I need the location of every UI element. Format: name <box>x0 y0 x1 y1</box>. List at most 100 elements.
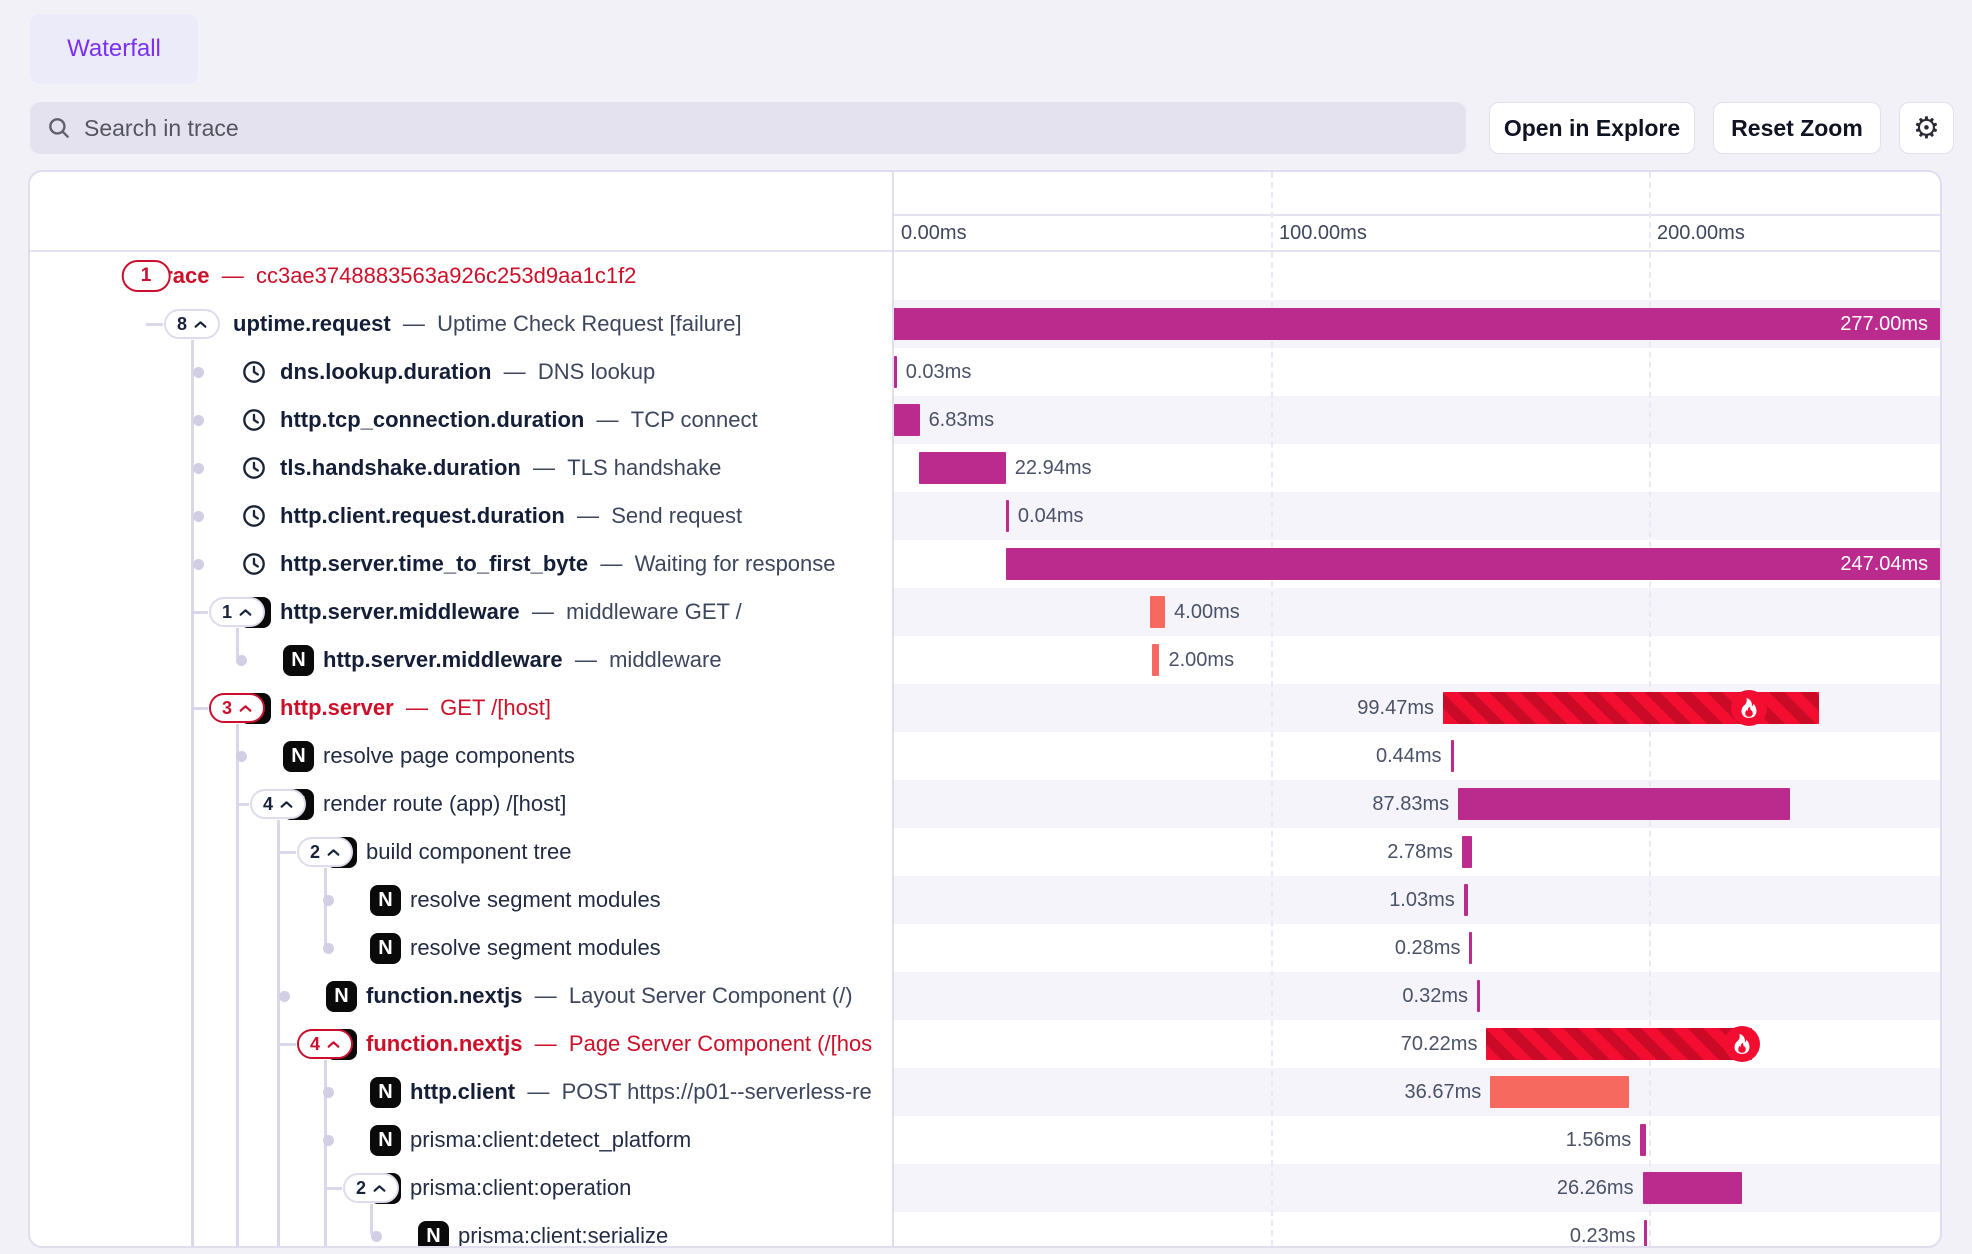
span-duration-bar[interactable] <box>1458 788 1790 820</box>
span-row[interactable]: Nresolve segment modules1.03ms <box>30 876 1940 924</box>
span-count-badge[interactable]: 1 <box>122 260 171 292</box>
span-duration-label: 0.28ms <box>1395 924 1461 972</box>
span-row[interactable]: 4Nrender route (app) /[host]87.83ms <box>30 780 1940 828</box>
tree-connector-dot <box>193 367 204 378</box>
span-row[interactable]: http.client.request.duration — Send requ… <box>30 492 1940 540</box>
tab-waterfall[interactable]: Waterfall <box>30 14 198 84</box>
span-label: prisma:client:operation <box>410 1164 631 1212</box>
chevron-up-icon <box>327 848 340 857</box>
span-duration-label: 22.94ms <box>1015 444 1092 492</box>
span-tree-cell: Nfunction.nextjs — Layout Server Compone… <box>30 972 892 1020</box>
span-count: 8 <box>177 314 187 335</box>
trace-root-row[interactable]: 1Trace — cc3ae3748883563a926c253d9aa1c1f… <box>30 252 1940 300</box>
span-row[interactable]: Nresolve page components0.44ms <box>30 732 1940 780</box>
span-row[interactable]: 1Nhttp.server.middleware — middleware GE… <box>30 588 1940 636</box>
span-count-badge[interactable]: 1 <box>209 597 265 627</box>
span-duration-bar[interactable]: 247.04ms <box>1006 548 1940 580</box>
span-row[interactable]: Nresolve segment modules0.28ms <box>30 924 1940 972</box>
span-row[interactable]: 3Nhttp.server — GET /[host]99.47ms <box>30 684 1940 732</box>
span-name: render route (app) /[host] <box>323 791 566 816</box>
span-name: build component tree <box>366 839 571 864</box>
span-separator: — <box>563 647 609 672</box>
span-duration-bar[interactable] <box>1640 1124 1646 1156</box>
span-name: resolve page components <box>323 743 575 768</box>
search-input-wrapper[interactable] <box>30 102 1466 154</box>
span-count: 2 <box>310 842 320 863</box>
span-duration-bar[interactable]: 277.00ms <box>893 308 1940 340</box>
span-duration-bar[interactable] <box>1490 1076 1629 1108</box>
span-tree-cell: 2Nprisma:client:operation <box>30 1164 892 1212</box>
span-duration-label: 2.00ms <box>1168 636 1234 684</box>
span-row[interactable]: Nhttp.client — POST https://p01--serverl… <box>30 1068 1940 1116</box>
span-duration-bar[interactable] <box>1451 740 1454 772</box>
tree-connector-dot <box>193 463 204 474</box>
span-duration-bar[interactable] <box>1643 1172 1742 1204</box>
span-count-badge[interactable]: 2 <box>343 1173 399 1203</box>
span-duration-label: 0.03ms <box>906 348 972 396</box>
span-row[interactable]: tls.handshake.duration — TLS handshake22… <box>30 444 1940 492</box>
axis-tick-label: 200.00ms <box>1657 216 1745 250</box>
span-duration-label: 247.04ms <box>1006 548 1940 580</box>
span-tree-cell: 4Nfunction.nextjs — Page Server Componen… <box>30 1020 892 1068</box>
span-row[interactable]: 4Nfunction.nextjs — Page Server Componen… <box>30 1020 1940 1068</box>
span-duration-bar[interactable] <box>1486 1028 1751 1060</box>
span-row[interactable]: Nfunction.nextjs — Layout Server Compone… <box>30 972 1940 1020</box>
span-separator: — <box>391 311 437 336</box>
reset-zoom-button[interactable]: Reset Zoom <box>1713 102 1881 154</box>
span-duration-bar[interactable] <box>894 356 897 388</box>
span-label: render route (app) /[host] <box>323 780 566 828</box>
span-count-badge[interactable]: 3 <box>209 693 265 723</box>
tree-connector-dot <box>323 895 334 906</box>
span-duration-bar[interactable] <box>1462 836 1473 868</box>
span-duration-label: 0.32ms <box>1402 972 1468 1020</box>
panel-split-divider[interactable] <box>892 172 894 1246</box>
span-name: function.nextjs <box>366 983 522 1008</box>
span-row[interactable]: http.tcp_connection.duration — TCP conne… <box>30 396 1940 444</box>
span-count-badge[interactable]: 4 <box>297 1029 353 1059</box>
span-row[interactable]: dns.lookup.duration — DNS lookup 0.03ms <box>30 348 1940 396</box>
span-tree-cell: 2Nbuild component tree <box>30 828 892 876</box>
span-duration-bar[interactable] <box>919 452 1006 484</box>
span-duration-bar[interactable] <box>1464 884 1468 916</box>
span-row[interactable]: Nprisma:client:serialize0.23ms <box>30 1212 1940 1246</box>
settings-button[interactable]: ⚙ <box>1899 102 1954 154</box>
span-duration-bar[interactable] <box>1644 1220 1647 1246</box>
span-description: middleware GET / <box>566 599 742 624</box>
span-tree-cell: http.client.request.duration — Send requ… <box>30 492 892 540</box>
span-count-badge[interactable]: 4 <box>250 789 306 819</box>
span-label: http.server.middleware — middleware GET … <box>280 588 742 636</box>
span-tree-cell: 3Nhttp.server — GET /[host] <box>30 684 892 732</box>
span-tree-cell: 1Trace — cc3ae3748883563a926c253d9aa1c1f… <box>30 252 892 300</box>
span-duration-label: 0.23ms <box>1570 1212 1636 1246</box>
span-label: http.client.request.duration — Send requ… <box>280 492 742 540</box>
search-input[interactable] <box>84 115 1450 142</box>
span-row[interactable]: http.server.time_to_first_byte — Waiting… <box>30 540 1940 588</box>
waterfall-panel: 0.00ms100.00ms200.00ms 1Trace — cc3ae374… <box>28 170 1942 1248</box>
span-separator: — <box>210 263 256 288</box>
span-duration-bar[interactable] <box>1150 596 1165 628</box>
gear-icon: ⚙ <box>1913 111 1940 146</box>
span-row[interactable]: 2Nprisma:client:operation26.26ms <box>30 1164 1940 1212</box>
span-count-badge[interactable]: 2 <box>297 837 353 867</box>
span-tree-cell: Nresolve segment modules <box>30 876 892 924</box>
span-duration-bar[interactable] <box>894 404 920 436</box>
span-duration-bar[interactable] <box>1006 500 1009 532</box>
span-description: DNS lookup <box>538 359 655 384</box>
span-row[interactable]: Nhttp.server.middleware — middleware2.00… <box>30 636 1940 684</box>
span-row[interactable]: 8uptime.request — Uptime Check Request [… <box>30 300 1940 348</box>
tree-connector-dot <box>323 943 334 954</box>
span-separator: — <box>491 359 537 384</box>
open-in-explore-button[interactable]: Open in Explore <box>1489 102 1695 154</box>
span-tree-cell: 8uptime.request — Uptime Check Request [… <box>30 300 892 348</box>
span-duration-bar[interactable] <box>1469 932 1472 964</box>
span-duration-bar[interactable] <box>1477 980 1480 1012</box>
row-stripe-background <box>893 1164 1940 1212</box>
span-count-badge[interactable]: 8 <box>164 309 220 339</box>
flame-badge <box>1731 690 1767 726</box>
span-row[interactable]: 2Nbuild component tree2.78ms <box>30 828 1940 876</box>
span-name: dns.lookup.duration <box>280 359 491 384</box>
span-description: Page Server Component (/[hos <box>569 1031 872 1056</box>
span-row[interactable]: Nprisma:client:detect_platform1.56ms <box>30 1116 1940 1164</box>
span-tree-cell: dns.lookup.duration — DNS lookup <box>30 348 892 396</box>
span-duration-bar[interactable] <box>1152 644 1160 676</box>
